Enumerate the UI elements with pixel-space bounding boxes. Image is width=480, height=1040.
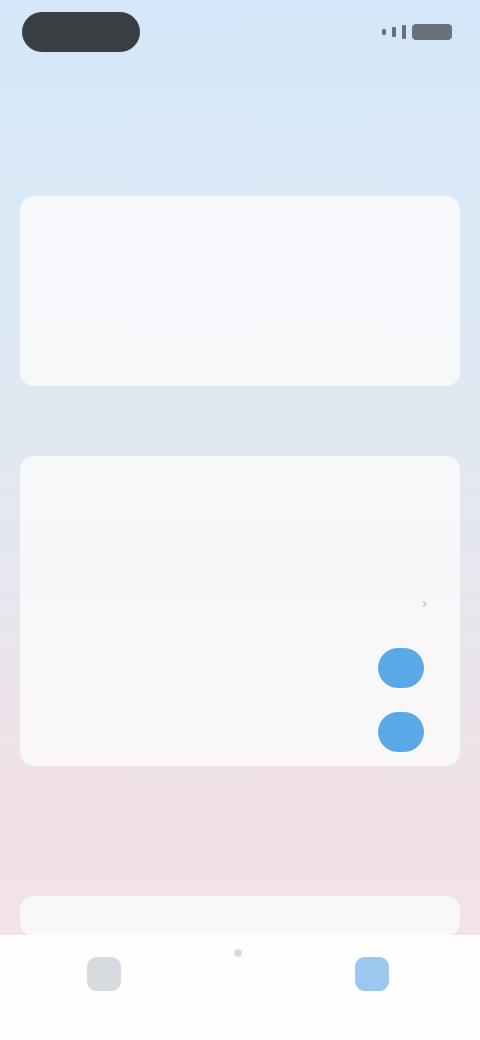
person-icon bbox=[234, 949, 242, 957]
toggle-switch[interactable] bbox=[378, 712, 424, 752]
settings-card-second: › bbox=[20, 456, 460, 766]
back-button[interactable] bbox=[40, 76, 100, 100]
settings-row[interactable] bbox=[20, 896, 460, 936]
settings-row[interactable] bbox=[20, 512, 460, 572]
settings-row bbox=[20, 636, 460, 700]
signal-bar-icon bbox=[382, 29, 386, 35]
chevron-right-icon: › bbox=[422, 595, 427, 612]
settings-row[interactable] bbox=[20, 250, 460, 294]
status-time bbox=[22, 12, 140, 52]
settings-card-first bbox=[20, 196, 460, 386]
settings-row[interactable] bbox=[20, 206, 460, 250]
nav-action-button[interactable] bbox=[410, 76, 450, 100]
tab-home[interactable] bbox=[44, 949, 164, 1029]
signal-bar-icon bbox=[402, 25, 406, 39]
tab-profile[interactable] bbox=[178, 949, 298, 1029]
toggle-switch[interactable] bbox=[378, 648, 424, 688]
settings-row[interactable] bbox=[20, 456, 460, 512]
battery-icon bbox=[412, 24, 452, 40]
signal-bar-icon bbox=[392, 27, 396, 37]
settings-row[interactable] bbox=[20, 294, 460, 338]
navigation-bar bbox=[0, 64, 480, 112]
tab-settings[interactable] bbox=[312, 949, 432, 1029]
settings-row[interactable]: › bbox=[20, 572, 460, 636]
tab-bar bbox=[0, 935, 480, 1040]
status-bar bbox=[0, 0, 480, 64]
home-icon bbox=[87, 957, 121, 991]
status-icons bbox=[382, 22, 452, 42]
settings-icon bbox=[355, 957, 389, 991]
settings-row[interactable] bbox=[20, 338, 460, 382]
settings-row bbox=[20, 700, 460, 764]
settings-card-third bbox=[20, 896, 460, 936]
